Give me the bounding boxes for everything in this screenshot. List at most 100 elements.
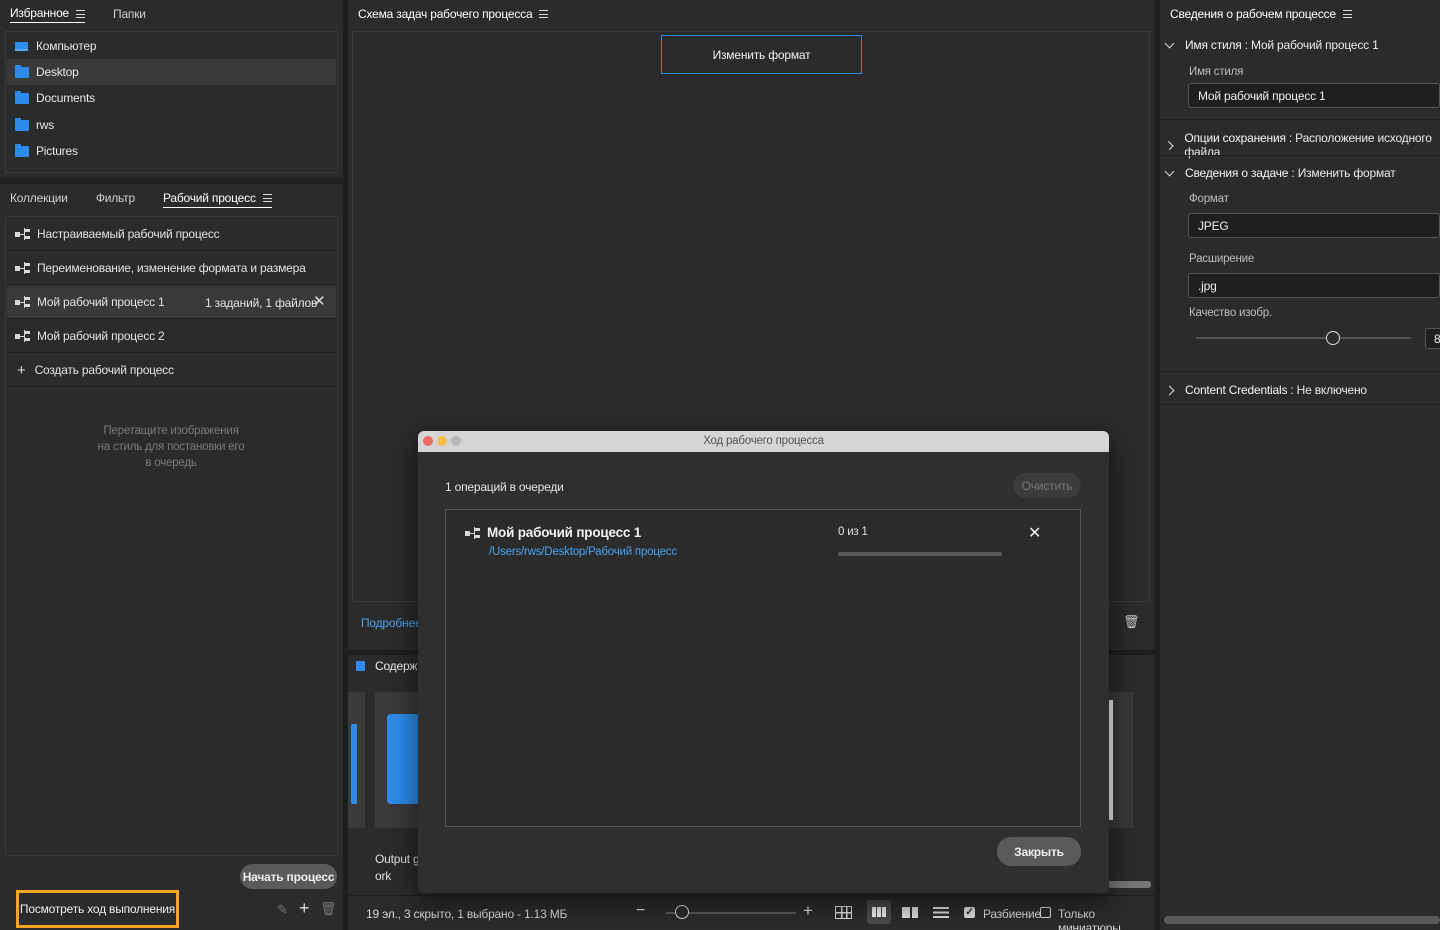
task-info-section-label: Сведения о задаче : Изменить формат [1185,166,1396,180]
zoom-slider-handle[interactable] [675,905,689,919]
right-scrollbar[interactable] [1164,916,1440,924]
trash-icon[interactable]: 🗑 [1123,614,1140,630]
computer-icon [15,41,28,51]
tab-folders[interactable]: Папки [113,5,146,23]
info-panel-title: Сведения о рабочем процессе [1170,5,1352,23]
view-progress-button[interactable]: Посмотреть ход выполнения [16,890,179,928]
workflow-icon [15,330,31,342]
tab-filter[interactable]: Фильтр [96,189,135,207]
menu-icon[interactable] [76,9,86,18]
tab-collections[interactable]: Коллекции [10,189,68,207]
workflow-icon [15,296,31,308]
tab-workflow[interactable]: Рабочий процесс [162,189,272,208]
status-text: 19 эл., 3 скрыто, 1 выбрано - 1.13 МБ [366,907,568,921]
style-name-label: Имя стиля [1189,66,1244,78]
thumbnail[interactable] [375,692,420,828]
close-button[interactable]: Закрыть [997,837,1081,866]
workflow-item[interactable]: Настраиваемый рабочий процесс [7,218,336,251]
divider [1160,119,1440,120]
output-label: Output ge ork [375,852,419,883]
close-icon[interactable]: ✕ [313,292,326,310]
favorite-item-pictures[interactable]: Pictures [7,138,336,164]
drop-hint: Перетащите изображения на стиль для пост… [97,425,245,469]
cancel-job-icon[interactable]: ✕ [1028,523,1041,543]
dialog-title: Ход рабочего процесса [703,435,824,447]
trash-icon[interactable]: 🗑 [320,901,337,917]
thumbs-only-checkbox[interactable] [1040,907,1051,918]
workflow-item[interactable]: Переименование, изменение формата и разм… [7,252,336,285]
section-value: Мой рабочий процесс 1 [1251,38,1379,52]
divider [1160,155,1440,156]
task-info-section[interactable]: Сведения о задаче : Изменить формат [1164,166,1396,180]
folder-icon [15,64,29,78]
favorite-item-desktop[interactable]: Desktop [7,59,336,85]
style-name-value: Мой рабочий процесс 1 [1198,88,1326,103]
section-key: Имя стиля [1185,38,1242,52]
thumbs-only-label: Только миниатюры [1058,907,1121,930]
diagram-title-label: Схема задач рабочего процесса [358,6,533,21]
detail-view-icon[interactable] [902,907,918,918]
quality-slider-handle[interactable] [1326,331,1340,345]
format-label: Формат [1189,193,1229,205]
chevron-right-icon [1164,385,1175,395]
section-key: Content Credentials [1185,383,1288,397]
content-credentials-section[interactable]: Content Credentials : Не включено [1164,383,1367,397]
thumbnail-right[interactable] [1108,692,1133,828]
workflow-item-selected[interactable]: Мой рабочий процесс 1 1 заданий, 1 файло… [7,286,336,319]
menu-icon[interactable] [262,194,272,203]
workflow-item-label: Переименование, изменение формата и разм… [37,261,306,275]
workflow-item-meta: 1 заданий, 1 файлов [205,296,318,310]
content-tab[interactable]: Содержи [356,659,424,673]
section-value: Не включено [1296,383,1367,397]
plus-icon[interactable]: + [299,898,310,919]
horizontal-scrollbar[interactable] [1108,881,1151,888]
favorite-label: rws [36,118,55,132]
extension-select[interactable]: .jpg [1188,273,1440,298]
format-select[interactable]: JPEG [1188,213,1440,238]
pencil-icon[interactable]: ✎ [277,902,288,918]
favorite-label: Documents [36,91,95,105]
more-link[interactable]: Подробнее [361,616,422,630]
divider [1160,404,1440,405]
workflow-item[interactable]: Мой рабочий процесс 2 [7,320,336,353]
format-value: JPEG [1198,218,1229,233]
zoom-out-icon[interactable]: − [636,902,645,920]
section-value: Изменить формат [1297,166,1396,180]
menu-icon[interactable] [1342,10,1352,19]
thumbnail-view-glyph [872,907,886,917]
quality-input[interactable]: 8 [1425,328,1440,349]
info-panel-title-label: Сведения о рабочем процессе [1170,6,1336,21]
task-node-label: Изменить формат [712,47,811,62]
create-workflow-button[interactable]: + Создать рабочий процесс [7,354,336,387]
task-node[interactable]: Изменить формат [661,35,862,74]
workflow-item-label: Мой рабочий процесс 2 [37,329,165,343]
workflow-icon [15,228,31,240]
favorite-item-documents[interactable]: Documents [7,85,336,111]
quality-label: Качество изобр. [1189,307,1272,319]
quality-value: 8 [1434,331,1440,346]
split-label: Разбиение [983,907,1041,921]
grid-view-icon[interactable] [835,906,852,919]
favorite-item-computer[interactable]: Компьютер [7,33,336,59]
section-key: Опции сохранения [1184,131,1286,145]
job-path[interactable]: /Users/rws/Desktop/Рабочий процесс [489,546,677,558]
favorite-label: Desktop [36,65,79,79]
start-process-button[interactable]: Начать процесс [240,864,337,889]
status-bar: 19 эл., 3 скрыто, 1 выбрано - 1.13 МБ − … [348,896,1155,930]
favorite-item-rws[interactable]: rws [7,112,336,138]
job-name: Мой рабочий процесс 1 [487,525,642,540]
divider [1160,371,1440,372]
quality-slider[interactable] [1196,337,1411,339]
thumbnail-view-icon[interactable] [867,900,891,924]
clear-button[interactable]: Очистить [1013,473,1081,498]
dialog-titlebar: Ход рабочего процесса [418,431,1109,452]
menu-icon[interactable] [539,10,549,19]
style-name-section[interactable]: Имя стиля : Мой рабочий процесс 1 [1164,38,1379,52]
list-view-icon[interactable] [933,907,949,918]
tab-favorites[interactable]: Избранное [10,4,86,23]
zoom-in-icon[interactable]: + [803,901,813,921]
favorite-label: Компьютер [36,39,97,53]
style-name-field[interactable]: Мой рабочий процесс 1 [1188,83,1440,108]
split-checkbox[interactable]: ✓ [964,907,975,918]
thumbnail-partial[interactable] [348,692,365,828]
